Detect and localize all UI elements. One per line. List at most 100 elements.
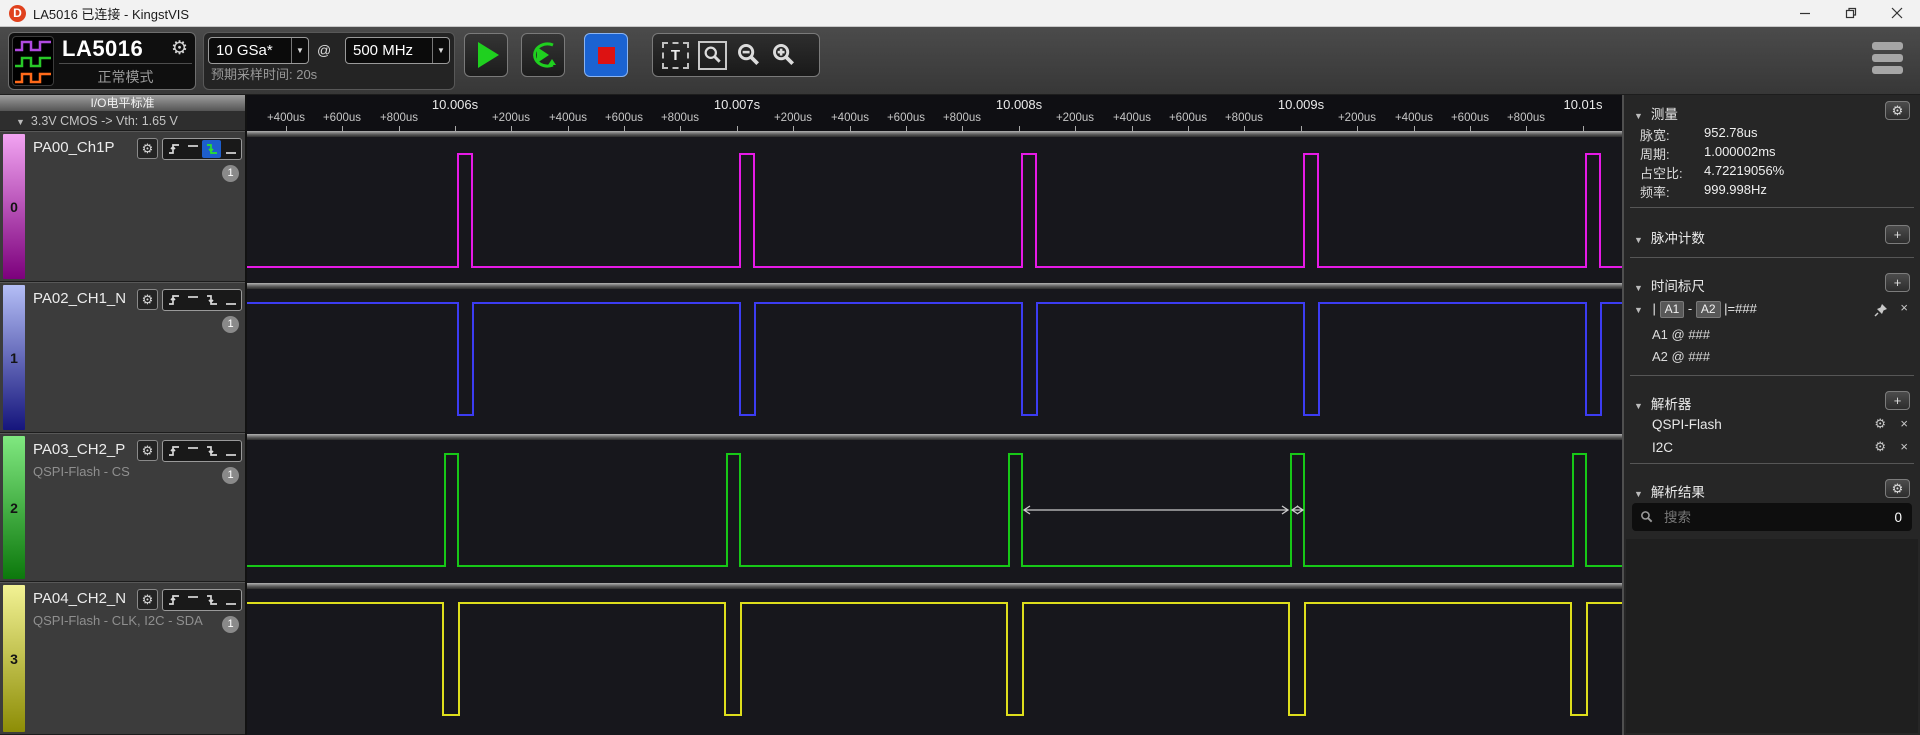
trigger-low-level-button[interactable] bbox=[221, 591, 240, 609]
io-standard-value: 3.3V CMOS -> Vth: 1.65 V bbox=[31, 114, 178, 128]
waveform-trace bbox=[247, 154, 1622, 267]
channel-color-bar: 1 bbox=[3, 285, 25, 430]
close-button[interactable] bbox=[1874, 0, 1920, 26]
collapse-triangle-icon[interactable]: ▼ bbox=[1634, 305, 1643, 315]
zoom-in-button[interactable] bbox=[771, 42, 797, 68]
io-standard-selector[interactable]: ▼ 3.3V CMOS -> Vth: 1.65 V bbox=[0, 111, 245, 131]
menu-button[interactable] bbox=[1872, 42, 1903, 78]
trigger-rising-edge-button[interactable] bbox=[164, 442, 183, 460]
sample-depth-select[interactable]: 10 GSa* ▼ bbox=[208, 37, 309, 64]
trigger-rising-edge-button[interactable] bbox=[164, 291, 183, 309]
trigger-rising-edge-button[interactable] bbox=[164, 591, 183, 609]
zoom-region-button[interactable] bbox=[698, 41, 727, 70]
channel-number: 2 bbox=[3, 500, 25, 516]
channel-trigger-count-badge[interactable]: 1 bbox=[222, 616, 239, 633]
results-settings-button[interactable]: ⚙ bbox=[1885, 479, 1910, 498]
channel-trigger-count-badge[interactable]: 1 bbox=[222, 316, 239, 333]
collapse-triangle-icon[interactable]: ▼ bbox=[16, 117, 25, 127]
trigger-low-level-button[interactable] bbox=[221, 140, 240, 158]
add-pulse-counter-button[interactable]: + bbox=[1885, 225, 1910, 244]
collapse-triangle-icon[interactable]: ▼ bbox=[1634, 489, 1643, 499]
trigger-low-level-button[interactable] bbox=[221, 291, 240, 309]
trigger-high-level-button[interactable] bbox=[183, 591, 202, 609]
decoder-remove-button[interactable]: × bbox=[1900, 416, 1908, 431]
results-list-area[interactable] bbox=[1626, 539, 1918, 733]
decoder-item[interactable]: QSPI-Flash bbox=[1652, 417, 1722, 432]
waveform-canvas[interactable] bbox=[247, 95, 1622, 735]
channel-settings-gear-icon[interactable]: ⚙ bbox=[137, 589, 158, 610]
zoom-out-button[interactable] bbox=[736, 42, 762, 68]
decoder-remove-button[interactable]: × bbox=[1900, 439, 1908, 454]
section-measure: ▼ 测量 bbox=[1634, 103, 1678, 123]
stop-icon bbox=[598, 47, 615, 64]
measure-value: 1.000002ms bbox=[1704, 144, 1776, 159]
at-separator: @ bbox=[317, 42, 331, 58]
trigger-buttons-group bbox=[162, 440, 242, 462]
waveform-area[interactable]: 10.006s10.007s10.008s10.009s10.01s+400us… bbox=[247, 95, 1622, 735]
expr-text: |=### bbox=[1724, 301, 1757, 316]
divider bbox=[1630, 257, 1914, 258]
device-settings-gear-icon[interactable]: ⚙ bbox=[171, 37, 188, 60]
minimize-icon bbox=[1799, 7, 1811, 19]
title-bar: D LA5016 已连接 - KingstVIS bbox=[0, 0, 1920, 27]
collapse-triangle-icon[interactable]: ▼ bbox=[1634, 235, 1643, 245]
trigger-high-level-button[interactable] bbox=[183, 442, 202, 460]
section-title: 时间标尺 bbox=[1651, 279, 1705, 294]
decoder-settings-gear-icon[interactable]: ⚙ bbox=[1874, 439, 1886, 455]
trigger-low-level-button[interactable] bbox=[221, 442, 240, 460]
restore-button[interactable] bbox=[1828, 0, 1874, 26]
dropdown-arrow-icon[interactable]: ▼ bbox=[291, 38, 308, 63]
measure-settings-button[interactable]: ⚙ bbox=[1885, 101, 1910, 120]
sample-rate-value: 500 MHz bbox=[346, 42, 420, 59]
stop-capture-button[interactable] bbox=[584, 33, 628, 77]
trigger-high-level-button[interactable] bbox=[183, 140, 202, 158]
dropdown-arrow-icon[interactable]: ▼ bbox=[432, 38, 449, 63]
collapse-triangle-icon[interactable]: ▼ bbox=[1634, 111, 1643, 121]
device-mode-label: 正常模式 bbox=[59, 63, 192, 87]
add-time-marker-button[interactable]: + bbox=[1885, 273, 1910, 292]
marker-a1-chip[interactable]: A1 bbox=[1660, 301, 1685, 318]
device-waveform-icon bbox=[12, 36, 54, 86]
channel-trigger-count-badge[interactable]: 1 bbox=[222, 165, 239, 182]
minimize-button[interactable] bbox=[1782, 0, 1828, 26]
collapse-triangle-icon[interactable]: ▼ bbox=[1634, 283, 1643, 293]
play-icon bbox=[478, 42, 499, 68]
add-decoder-button[interactable]: + bbox=[1885, 391, 1910, 410]
text-annotation-button[interactable]: T bbox=[662, 42, 689, 69]
measure-label: 频率: bbox=[1640, 182, 1670, 201]
channel-number: 3 bbox=[3, 651, 25, 667]
channel-settings-gear-icon[interactable]: ⚙ bbox=[137, 440, 158, 461]
trigger-falling-edge-button[interactable] bbox=[202, 291, 221, 309]
trigger-high-level-button[interactable] bbox=[183, 291, 202, 309]
results-count: 0 bbox=[1894, 510, 1912, 525]
trigger-falling-edge-button[interactable] bbox=[202, 591, 221, 609]
section-title: 测量 bbox=[1651, 107, 1678, 122]
waveform-trace bbox=[247, 454, 1622, 566]
marker-a2-chip[interactable]: A2 bbox=[1696, 301, 1721, 318]
channel-trigger-count-badge[interactable]: 1 bbox=[222, 467, 239, 484]
section-title: 解析结果 bbox=[1651, 485, 1705, 500]
collapse-triangle-icon[interactable]: ▼ bbox=[1634, 401, 1643, 411]
trigger-rising-edge-button[interactable] bbox=[164, 140, 183, 158]
trigger-falling-edge-button[interactable] bbox=[202, 140, 221, 158]
sample-rate-select[interactable]: 500 MHz ▼ bbox=[345, 37, 450, 64]
channel-settings-gear-icon[interactable]: ⚙ bbox=[137, 289, 158, 310]
start-capture-button[interactable] bbox=[464, 33, 508, 77]
sample-depth-value: 10 GSa* bbox=[209, 42, 280, 59]
magnifier-icon bbox=[703, 45, 723, 65]
measure-value: 952.78us bbox=[1704, 125, 1758, 140]
search-input[interactable] bbox=[1662, 509, 1894, 526]
decoder-item[interactable]: I2C bbox=[1652, 440, 1673, 455]
pin-icon[interactable] bbox=[1874, 303, 1888, 317]
window-controls bbox=[1782, 0, 1920, 26]
expr-text: | bbox=[1653, 301, 1656, 316]
waveform-trace bbox=[247, 603, 1622, 715]
decoder-settings-gear-icon[interactable]: ⚙ bbox=[1874, 416, 1886, 432]
channel-number: 0 bbox=[3, 199, 25, 215]
channel-label: PA02_CH1_N bbox=[33, 290, 126, 307]
trigger-falling-edge-button[interactable] bbox=[202, 442, 221, 460]
repeat-capture-button[interactable] bbox=[521, 33, 565, 77]
remove-marker-button[interactable]: × bbox=[1900, 300, 1908, 315]
channel-settings-gear-icon[interactable]: ⚙ bbox=[137, 138, 158, 159]
section-title: 解析器 bbox=[1651, 397, 1692, 412]
